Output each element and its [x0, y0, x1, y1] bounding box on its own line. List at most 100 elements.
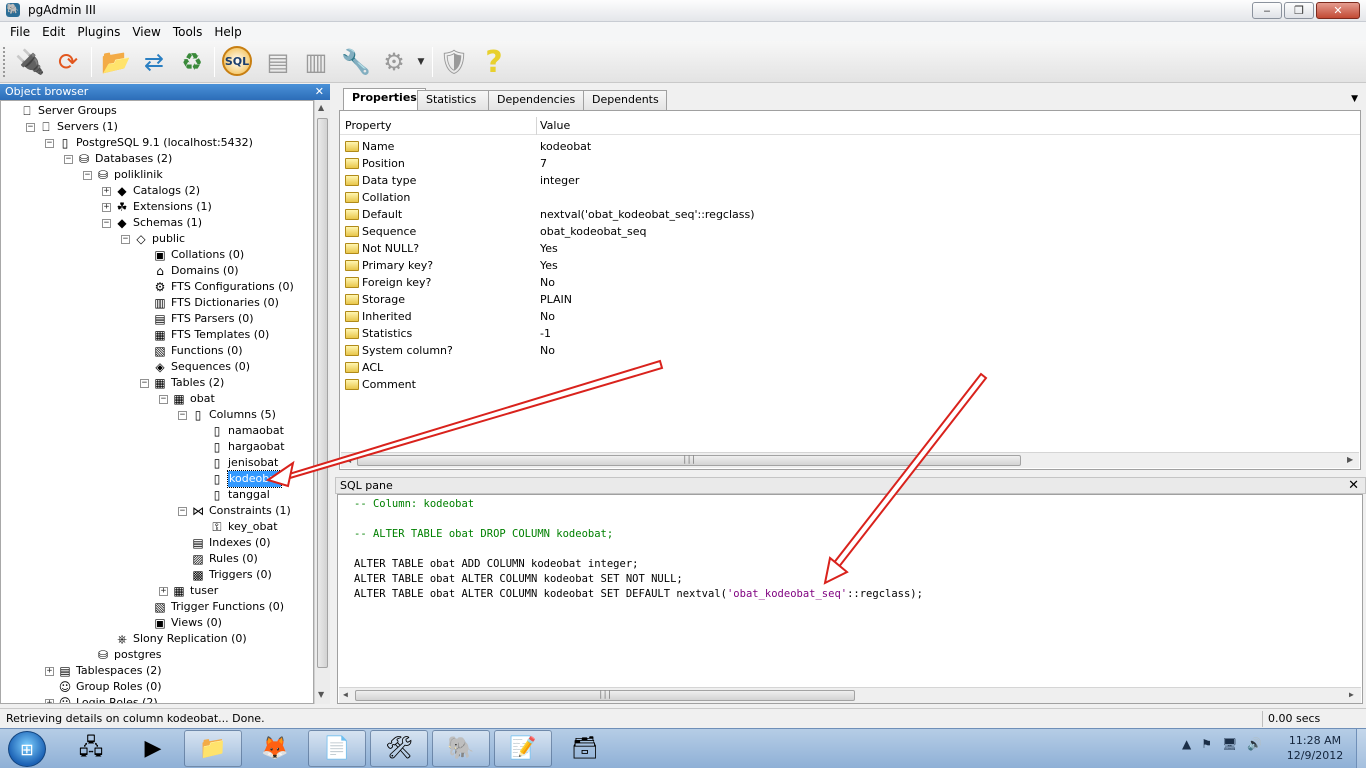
scroll-right-icon[interactable]: ▶ — [1347, 455, 1353, 464]
tray-volume-icon[interactable]: 🔊 — [1247, 737, 1262, 751]
tree-expander-icon[interactable]: − — [102, 218, 111, 228]
tree-node[interactable]: ▯ hargaobat — [197, 439, 285, 455]
properties-hscrollbar[interactable]: ◀ │││ ▶ — [341, 452, 1359, 468]
sql-query-icon[interactable]: SQL — [222, 46, 252, 76]
tree-node-label[interactable]: kodeobat — [226, 470, 283, 488]
tray-network-icon[interactable]: 🖥 — [1222, 737, 1237, 751]
toolbar-grip[interactable] — [3, 47, 7, 77]
maximize-button[interactable]: ❐ — [1284, 2, 1314, 19]
taskbar-pgadmin-icon[interactable]: 🐘 — [432, 730, 490, 767]
tree-node[interactable]: ▣ Views (0) — [140, 615, 222, 631]
tree-node-label[interactable]: Slony Replication (0) — [133, 631, 247, 647]
tree-expander-icon[interactable]: − — [45, 138, 54, 148]
tree-expander-icon[interactable]: − — [26, 122, 35, 132]
tree-node[interactable]: ⎕ Server Groups — [7, 103, 116, 119]
tree-node[interactable]: ▧ Trigger Functions (0) — [140, 599, 284, 615]
taskbar-document-app-icon[interactable]: 📄 — [308, 730, 366, 767]
tree-node-label[interactable]: Collations (0) — [171, 247, 244, 263]
menu-tools[interactable]: Tools — [167, 25, 209, 39]
tree-node[interactable]: + ☺ Login Roles (2) — [45, 695, 158, 703]
property-row[interactable]: Name kodeobat — [340, 138, 1358, 155]
tree-node-label[interactable]: Extensions (1) — [133, 199, 212, 215]
tree-node-label[interactable]: Columns (5) — [209, 407, 276, 423]
tree-node-label[interactable]: namaobat — [228, 423, 284, 439]
tree-node[interactable]: − ▦ Tables (2) — [140, 375, 224, 391]
tree-node[interactable]: − ⛁ poliklinik — [83, 167, 163, 183]
plugins-dropdown-chevron-icon[interactable]: ▼ — [414, 46, 428, 78]
property-row[interactable]: Not NULL? Yes — [340, 240, 1358, 257]
tabs-dropdown-chevron-icon[interactable]: ▼ — [1351, 94, 1358, 104]
tree-node[interactable]: − ⎕ Servers (1) — [26, 119, 118, 135]
tree-node[interactable]: − ◇ public — [121, 231, 185, 247]
tree-node[interactable]: − ▯ Columns (5) — [178, 407, 276, 423]
connect-plug-icon[interactable]: 🔌 — [14, 46, 46, 78]
tree-node[interactable]: − ⛁ Databases (2) — [64, 151, 172, 167]
sql-pane-close-icon[interactable]: ✕ — [1348, 478, 1359, 493]
tree-node[interactable]: ⛁ postgres — [83, 647, 162, 663]
tree-node-label[interactable]: Trigger Functions (0) — [171, 599, 284, 615]
tree-expander-icon[interactable]: − — [178, 410, 187, 420]
tree-node-label[interactable]: Login Roles (2) — [76, 695, 158, 703]
tree-expander-icon[interactable]: + — [45, 698, 54, 703]
tree-node-label[interactable]: Group Roles (0) — [76, 679, 162, 695]
property-row[interactable]: Foreign key? No — [340, 274, 1358, 291]
tree-node[interactable]: ▩ Triggers (0) — [178, 567, 272, 583]
tree-node-label[interactable]: hargaobat — [228, 439, 285, 455]
maintenance-wrench-icon[interactable]: 🔧 — [340, 46, 372, 78]
scroll-left-icon[interactable]: ◀ — [345, 455, 351, 464]
tree-node[interactable]: − ▦ obat — [159, 391, 215, 407]
tray-show-hidden-chevron-icon[interactable]: ▲ — [1182, 737, 1191, 751]
tree-expander-icon[interactable]: + — [102, 202, 111, 212]
property-row[interactable]: Sequence obat_kodeobat_seq — [340, 223, 1358, 240]
scroll-thumb[interactable]: │││ — [357, 455, 1021, 466]
tree-node-label[interactable]: FTS Dictionaries (0) — [171, 295, 279, 311]
tree-node-label[interactable]: Tables (2) — [171, 375, 224, 391]
tree-node-label[interactable]: Sequences (0) — [171, 359, 250, 375]
tree-node-label[interactable]: Functions (0) — [171, 343, 243, 359]
tree-node[interactable]: ▯ jenisobat — [197, 455, 279, 471]
property-row[interactable]: ACL — [340, 359, 1358, 376]
tree-node-label[interactable]: Servers (1) — [57, 119, 118, 135]
tree-expander-icon[interactable]: − — [140, 378, 149, 388]
menu-file[interactable]: File — [4, 25, 36, 39]
taskbar-tools-app-icon[interactable]: 🛠 — [370, 730, 428, 767]
tree-node-label[interactable]: FTS Configurations (0) — [171, 279, 294, 295]
minimize-button[interactable]: ‒ — [1252, 2, 1282, 19]
tab-dependents[interactable]: Dependents — [583, 90, 667, 110]
tree-node-label[interactable]: Triggers (0) — [209, 567, 272, 583]
tree-node[interactable]: ▤ FTS Parsers (0) — [140, 311, 254, 327]
tree-expander-icon[interactable]: − — [159, 394, 168, 404]
tree-node-label[interactable]: Schemas (1) — [133, 215, 202, 231]
menu-view[interactable]: View — [126, 25, 166, 39]
taskbar-firefox-icon[interactable]: 🦊 — [246, 730, 304, 767]
property-row[interactable]: Storage PLAIN — [340, 291, 1358, 308]
property-column-header[interactable]: Property — [345, 119, 392, 132]
scroll-up-icon[interactable]: ▲ — [318, 103, 324, 112]
property-row[interactable]: Statistics -1 — [340, 325, 1358, 342]
tree-node[interactable]: − ▯ PostgreSQL 9.1 (localhost:5432) — [45, 135, 253, 151]
tree-node-label[interactable]: Rules (0) — [209, 551, 258, 567]
start-button-windows-icon[interactable]: ⊞ — [8, 731, 46, 767]
tab-dependencies[interactable]: Dependencies — [488, 90, 584, 110]
close-button[interactable]: ✕ — [1316, 2, 1360, 19]
tree-node[interactable]: + ◆ Catalogs (2) — [102, 183, 200, 199]
show-desktop-button[interactable] — [1356, 729, 1366, 768]
object-browser-close-icon[interactable]: ✕ — [315, 84, 324, 100]
tree-node[interactable]: − ⋈ Constraints (1) — [178, 503, 291, 519]
refresh-icon[interactable]: ⟳ — [52, 46, 84, 78]
view-data-icon[interactable]: ▤ — [262, 46, 294, 78]
sql-hscrollbar[interactable]: ◀ │││ ▶ — [339, 687, 1361, 703]
tree-node-label[interactable]: FTS Parsers (0) — [171, 311, 254, 327]
property-row[interactable]: Comment — [340, 376, 1358, 393]
scroll-thumb[interactable]: │││ — [355, 690, 855, 701]
value-column-header[interactable]: Value — [540, 119, 570, 132]
tree-node-label[interactable]: Domains (0) — [171, 263, 239, 279]
tree-node-label[interactable]: Views (0) — [171, 615, 222, 631]
filtered-data-icon[interactable]: ▥ — [300, 46, 332, 78]
tree-node[interactable]: ⚿ key_obat — [197, 519, 277, 535]
property-row[interactable]: Collation — [340, 189, 1358, 206]
tree-expander-icon[interactable]: − — [83, 170, 92, 180]
tree-node[interactable]: ▥ FTS Dictionaries (0) — [140, 295, 279, 311]
property-row[interactable]: Default nextval('obat_kodeobat_seq'::regc… — [340, 206, 1358, 223]
taskbar-archive-app-icon[interactable]: 🗃 — [556, 730, 614, 767]
